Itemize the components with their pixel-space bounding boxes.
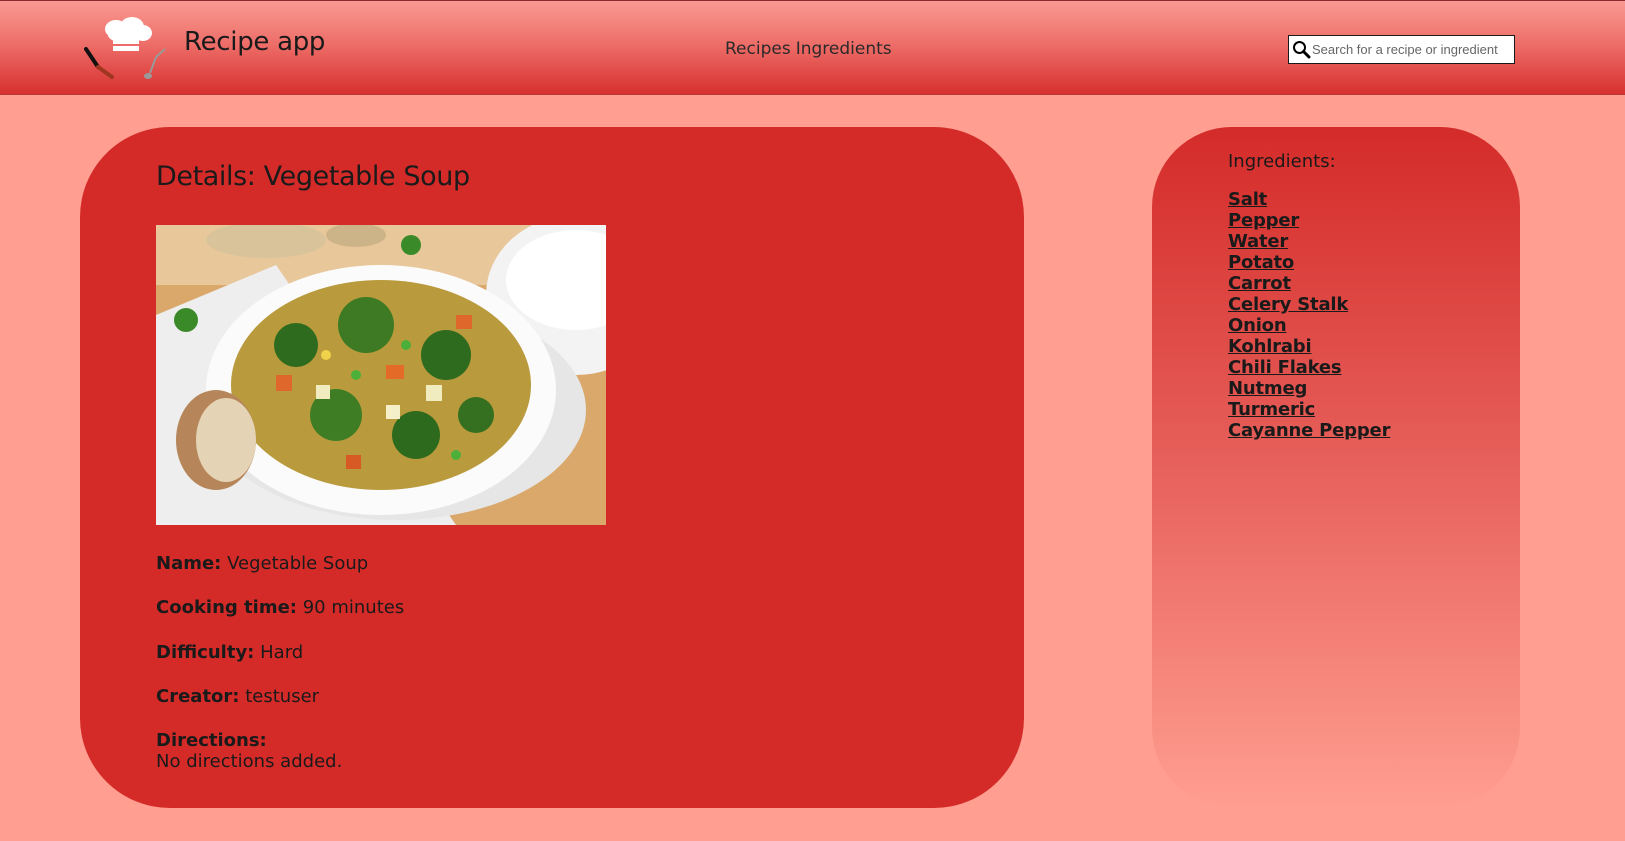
nav-ingredients-link[interactable]: Ingredients bbox=[796, 39, 892, 59]
ingredient-link[interactable]: Potato bbox=[1228, 252, 1294, 273]
list-item: Pepper bbox=[1228, 210, 1390, 231]
list-item: Cayanne Pepper bbox=[1228, 420, 1390, 441]
search-box[interactable] bbox=[1288, 35, 1515, 64]
directions-field: Directions: No directions added. bbox=[156, 730, 342, 772]
search-icon bbox=[1293, 41, 1311, 59]
page-title: Details: Vegetable Soup bbox=[156, 161, 470, 192]
name-value: Vegetable Soup bbox=[227, 553, 369, 574]
list-item: Onion bbox=[1228, 315, 1390, 336]
name-label: Name: bbox=[156, 553, 222, 574]
creator-value: testuser bbox=[245, 686, 320, 707]
list-item: Salt bbox=[1228, 189, 1390, 210]
app-title: Recipe app bbox=[184, 27, 326, 57]
ingredient-link[interactable]: Celery Stalk bbox=[1228, 294, 1348, 315]
creator-label: Creator: bbox=[156, 686, 240, 707]
ingredient-link[interactable]: Salt bbox=[1228, 189, 1267, 210]
list-item: Nutmeg bbox=[1228, 378, 1390, 399]
list-item: Chili Flakes bbox=[1228, 357, 1390, 378]
chef-logo-icon bbox=[80, 9, 180, 89]
ingredient-link[interactable]: Carrot bbox=[1228, 273, 1291, 294]
ingredients-list: Salt Pepper Water Potato Carrot Celery S… bbox=[1228, 189, 1390, 441]
directions-value: No directions added. bbox=[156, 751, 343, 772]
ingredient-link[interactable]: Water bbox=[1228, 231, 1288, 252]
creator-field: Creator: testuser bbox=[156, 686, 319, 707]
difficulty-value: Hard bbox=[260, 642, 304, 663]
ingredient-link[interactable]: Onion bbox=[1228, 315, 1287, 336]
recipe-details-card: Details: Vegetable Soup Name: Vegetable … bbox=[80, 127, 1024, 808]
ingredient-link[interactable]: Cayanne Pepper bbox=[1228, 420, 1390, 441]
search-input[interactable] bbox=[1312, 42, 1508, 57]
cooking-time-field: Cooking time: 90 minutes bbox=[156, 597, 404, 618]
cooking-time-value: 90 minutes bbox=[302, 597, 405, 618]
recipe-name-field: Name: Vegetable Soup bbox=[156, 553, 368, 574]
ingredient-link[interactable]: Nutmeg bbox=[1228, 378, 1307, 399]
list-item: Carrot bbox=[1228, 273, 1390, 294]
ingredient-link[interactable]: Chili Flakes bbox=[1228, 357, 1342, 378]
list-item: Water bbox=[1228, 231, 1390, 252]
ingredients-title: Ingredients: bbox=[1228, 151, 1336, 172]
difficulty-label: Difficulty: bbox=[156, 642, 255, 663]
ingredient-link[interactable]: Pepper bbox=[1228, 210, 1299, 231]
list-item: Potato bbox=[1228, 252, 1390, 273]
list-item: Kohlrabi bbox=[1228, 336, 1390, 357]
recipe-photo bbox=[156, 225, 606, 525]
cooking-time-label: Cooking time: bbox=[156, 597, 297, 618]
difficulty-field: Difficulty: Hard bbox=[156, 642, 303, 663]
ingredients-card: Ingredients: Salt Pepper Water Potato Ca… bbox=[1152, 127, 1520, 808]
header: Recipe app Recipes Ingredients bbox=[0, 0, 1625, 95]
list-item: Celery Stalk bbox=[1228, 294, 1390, 315]
directions-label: Directions: bbox=[156, 730, 267, 751]
nav-recipes-link[interactable]: Recipes bbox=[725, 39, 791, 59]
ingredient-link[interactable]: Kohlrabi bbox=[1228, 336, 1312, 357]
list-item: Turmeric bbox=[1228, 399, 1390, 420]
main-nav: Recipes Ingredients bbox=[725, 39, 897, 59]
ingredient-link[interactable]: Turmeric bbox=[1228, 399, 1315, 420]
